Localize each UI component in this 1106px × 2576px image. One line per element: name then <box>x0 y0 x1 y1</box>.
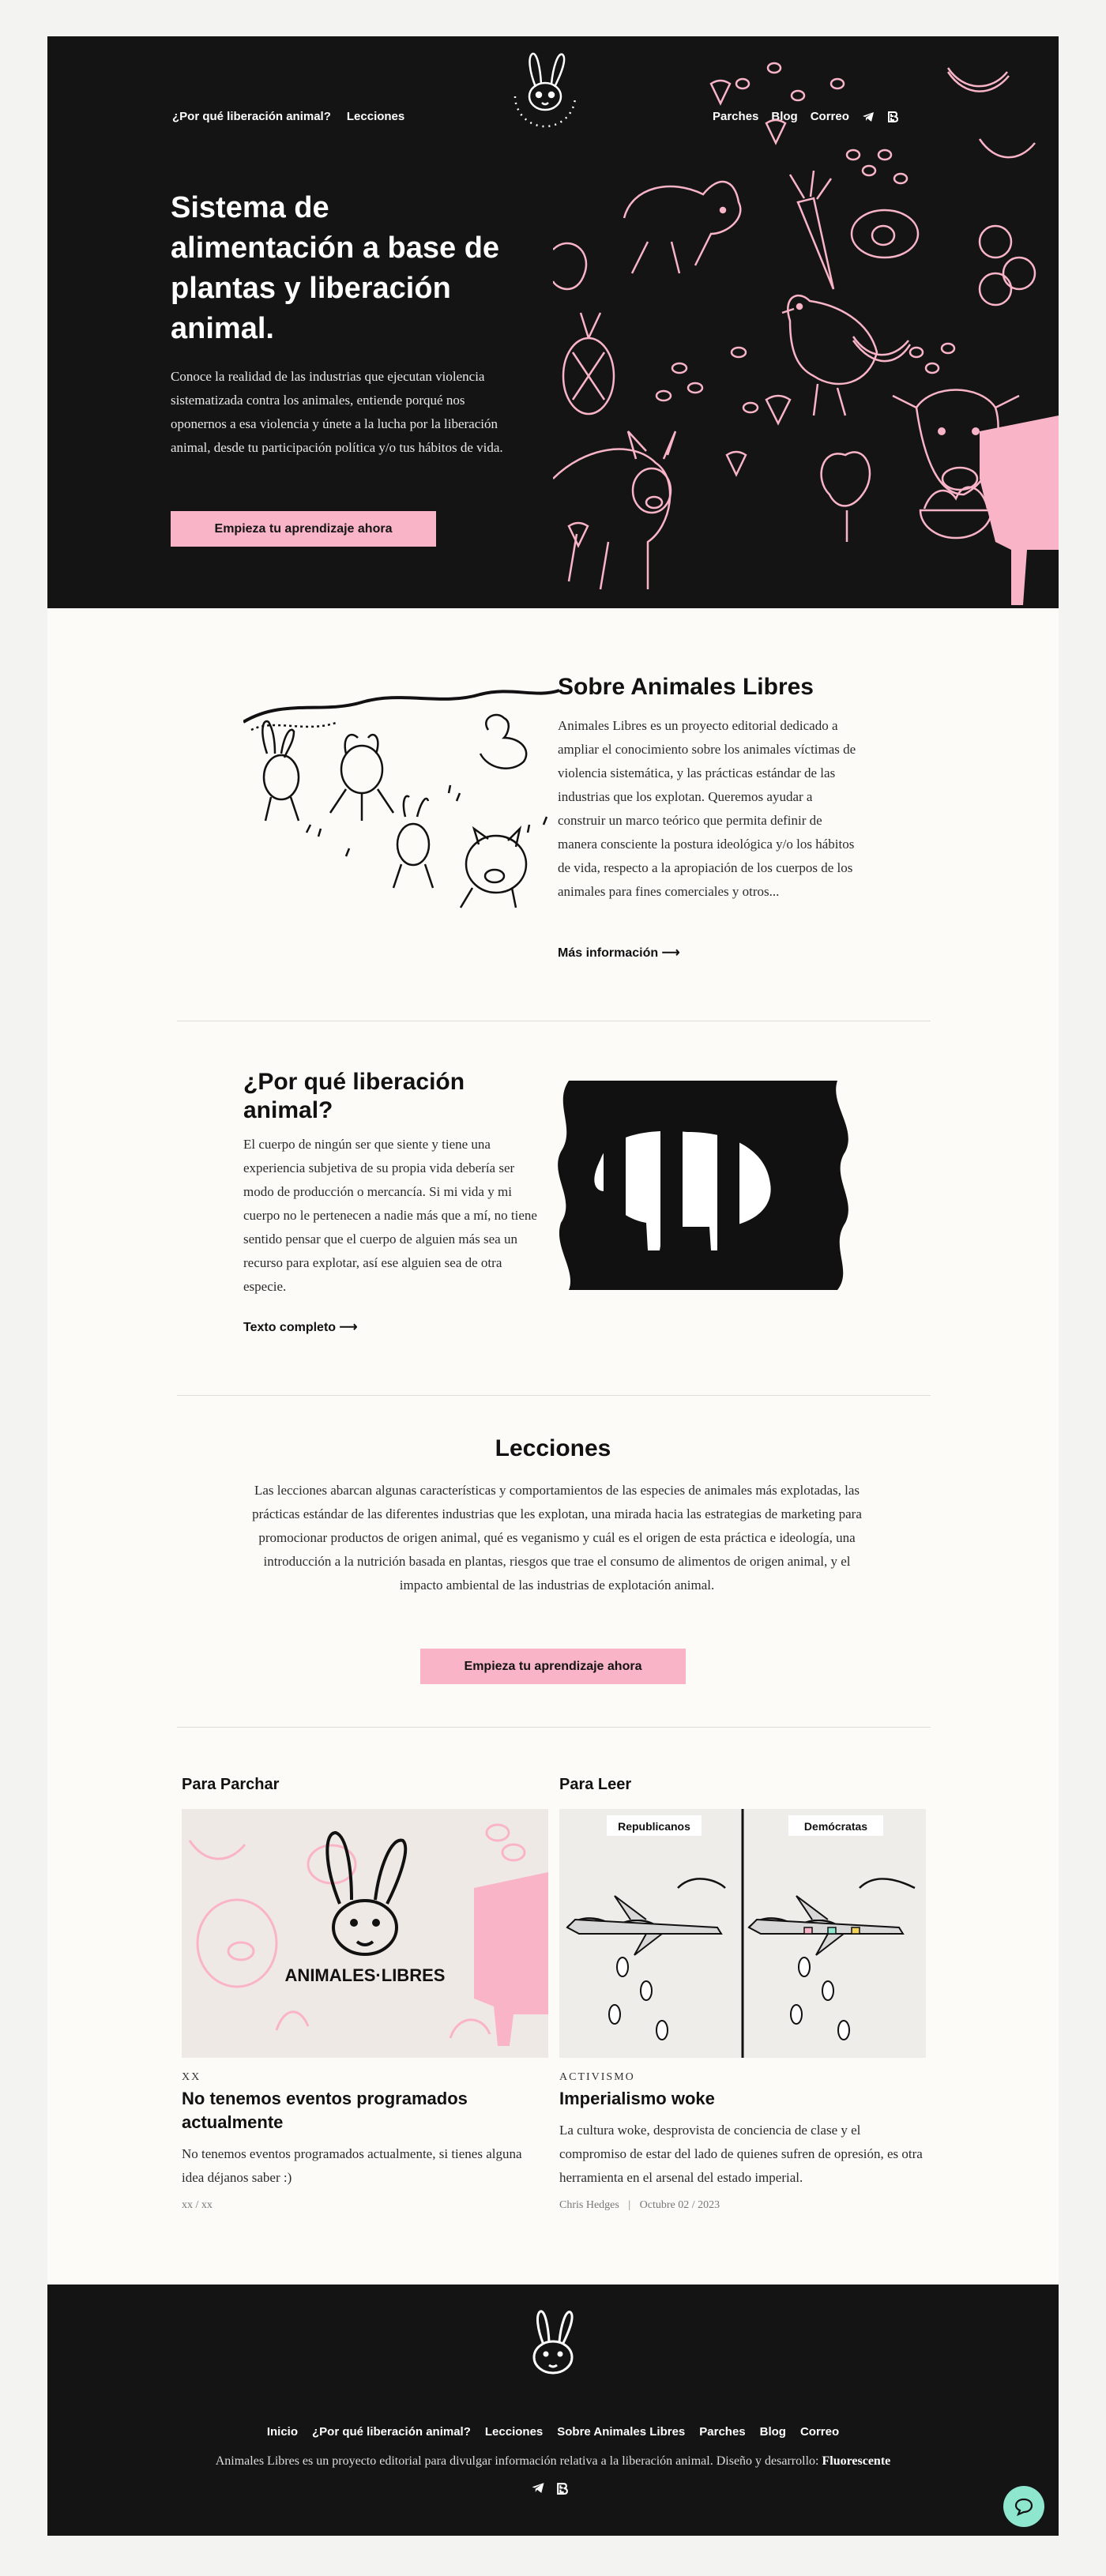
caged-pig-illustration <box>558 1081 848 1290</box>
card-meta: xx / xx <box>182 2199 213 2211</box>
hero-text: Conoce la realidad de las industrias que… <box>171 369 503 455</box>
rabbit-logo[interactable] <box>514 2305 592 2392</box>
footer-mail-link[interactable]: Correo <box>800 2425 839 2439</box>
democrats-label: Demócratas <box>804 1820 867 1833</box>
footer-lessons-link[interactable]: Lecciones <box>485 2425 543 2439</box>
card-meta: Chris Hedges | Octubre 02 / 2023 <box>559 2199 720 2211</box>
lessons-start-button[interactable]: Empieza tu aprendizaje ahora <box>420 1649 686 1684</box>
telegram-icon[interactable] <box>531 2482 545 2494</box>
animals-playing-illustration <box>243 689 559 908</box>
article-card-image[interactable]: Republicanos Demócratas <box>559 1809 926 2058</box>
about-title: Sobre Animales Libres <box>558 674 814 700</box>
footer-home-link[interactable]: Inicio <box>267 2425 298 2439</box>
hero-section: ¿Por qué liberación animal? Lecciones Pa… <box>47 36 1059 608</box>
about-text: Animales Libres es un proyecto editorial… <box>558 718 856 899</box>
column-title-events: Para Parchar <box>182 1776 280 1793</box>
hero-title: Sistema de alimentación a base de planta… <box>171 191 500 345</box>
footer-description: Animales Libres es un proyecto editorial… <box>215 2454 819 2468</box>
bitcoin-icon[interactable] <box>556 2482 568 2495</box>
column-title-reading: Para Leer <box>559 1776 632 1793</box>
footer-patches-link[interactable]: Parches <box>699 2425 745 2439</box>
card-author: Chris Hedges <box>559 2199 619 2211</box>
why-title: ¿Por qué liberación animal? <box>243 1069 465 1123</box>
logo-wordmark: ANIMALES·LIBRES <box>285 1965 446 1985</box>
card-tag: ACTIVISMO <box>559 2071 635 2083</box>
footer-why-link[interactable]: ¿Por qué liberación animal? <box>312 2425 471 2439</box>
card-text: La cultura woke, desprovista de concienc… <box>559 2123 923 2185</box>
lessons-title: Lecciones <box>495 1435 611 1461</box>
lessons-text: Las lecciones abarcan algunas caracterís… <box>252 1483 862 1593</box>
card-title[interactable]: No tenemos eventos programados actualmen… <box>182 2087 529 2134</box>
why-text: El cuerpo de ningún ser que siente y tie… <box>243 1137 537 1294</box>
footer-blog-link[interactable]: Blog <box>760 2425 786 2439</box>
footer-icons <box>531 2482 568 2495</box>
footer-credit-link[interactable]: Fluorescente <box>822 2454 890 2468</box>
footer-about-link[interactable]: Sobre Animales Libres <box>557 2425 685 2439</box>
footer-text: Animales Libres es un proyecto editorial… <box>47 2454 1059 2469</box>
why-more-link[interactable]: Texto completo ⟶ <box>243 1319 357 1335</box>
section-divider <box>177 1727 931 1728</box>
top-nav-left: ¿Por qué liberación animal? Lecciones <box>172 110 404 123</box>
card-date: Octubre 02 / 2023 <box>639 2199 720 2211</box>
event-card-image[interactable]: ANIMALES·LIBRES <box>182 1809 548 2058</box>
card-text: No tenemos eventos programados actualmen… <box>182 2146 522 2185</box>
section-divider <box>177 1395 931 1396</box>
page: ¿Por qué liberación animal? Lecciones Pa… <box>47 36 1059 2536</box>
republicans-label: Republicanos <box>618 1820 690 1833</box>
hero-start-button[interactable]: Empieza tu aprendizaje ahora <box>171 511 436 547</box>
chat-bubble-icon <box>1014 2498 1033 2516</box>
card-title[interactable]: Imperialismo woke <box>559 2087 915 2111</box>
nav-why-link[interactable]: ¿Por qué liberación animal? <box>172 110 331 123</box>
footer: Inicio ¿Por qué liberación animal? Lecci… <box>47 2285 1059 2536</box>
footer-nav: Inicio ¿Por qué liberación animal? Lecci… <box>47 2425 1059 2439</box>
about-more-link[interactable]: Más información ⟶ <box>558 945 680 961</box>
animals-illustration <box>553 62 1059 605</box>
card-tag: XX <box>182 2071 201 2083</box>
nav-lessons-link[interactable]: Lecciones <box>347 110 404 123</box>
chat-button[interactable] <box>1003 2486 1044 2527</box>
